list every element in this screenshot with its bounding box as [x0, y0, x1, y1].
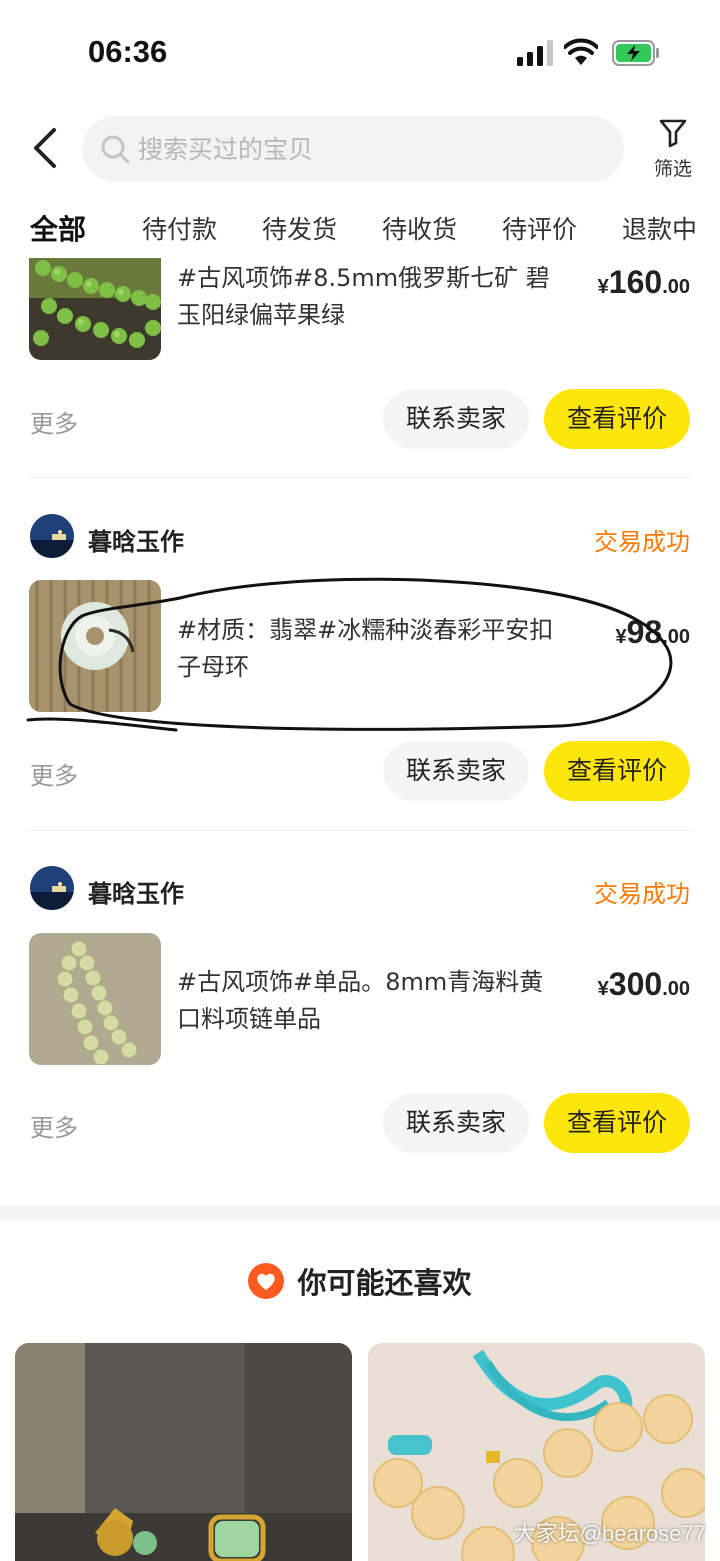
- tab-refunding[interactable]: 退款中: [622, 210, 697, 246]
- recommend-title: 你可能还喜欢: [297, 1266, 472, 1300]
- battery-charging-icon: [612, 40, 659, 66]
- shop-avatar[interactable]: [30, 514, 74, 558]
- tab-pending-payment[interactable]: 待付款: [142, 210, 217, 246]
- order-status: 交易成功: [594, 528, 690, 556]
- recommend-card-image: [15, 1343, 352, 1561]
- wifi-icon: [564, 38, 598, 65]
- view-review-button[interactable]: 查看评价: [544, 389, 690, 449]
- header: 筛选: [0, 110, 720, 190]
- tab-pending-receipt[interactable]: 待收货: [382, 210, 457, 246]
- more-button[interactable]: 更多: [30, 404, 78, 439]
- divider: [30, 830, 690, 831]
- tab-pending-shipment[interactable]: 待发货: [262, 210, 337, 246]
- section-gap: [0, 1206, 720, 1220]
- shop-avatar[interactable]: [30, 866, 74, 910]
- tab-all[interactable]: 全部: [30, 208, 87, 248]
- more-button[interactable]: 更多: [30, 756, 78, 791]
- view-review-button[interactable]: 查看评价: [544, 741, 690, 801]
- tab-pending-review[interactable]: 待评价: [502, 210, 577, 246]
- order-title[interactable]: #古风项饰#8.5mm俄罗斯七矿 碧玉阳绿偏苹果绿: [177, 260, 557, 334]
- order-title[interactable]: #材质：翡翠#冰糯种淡春彩平安扣子母环: [177, 612, 557, 686]
- search-icon: [101, 135, 130, 164]
- order-price: ¥98.00: [615, 614, 690, 650]
- contact-seller-button[interactable]: 联系卖家: [383, 1093, 529, 1153]
- order-price: ¥300.00: [597, 966, 690, 1002]
- search-input[interactable]: [138, 116, 608, 182]
- status-time: 06:36: [88, 34, 168, 69]
- heart-icon: [248, 1263, 285, 1299]
- order-list[interactable]: #古风项饰#8.5mm俄罗斯七矿 碧玉阳绿偏苹果绿 ¥160.00 更多 联系卖…: [0, 258, 720, 1206]
- contact-seller-button[interactable]: 联系卖家: [383, 389, 529, 449]
- cellular-signal-icon: [517, 40, 553, 66]
- filter-button[interactable]: 筛选: [648, 118, 698, 184]
- search-bar[interactable]: [82, 116, 624, 182]
- view-review-button[interactable]: 查看评价: [544, 1093, 690, 1153]
- divider: [30, 477, 690, 478]
- filter-icon: [659, 119, 687, 148]
- contact-seller-button[interactable]: 联系卖家: [383, 741, 529, 801]
- order-price: ¥160.00: [597, 264, 690, 300]
- shop-name[interactable]: 暮晗玉作: [88, 522, 184, 557]
- product-thumbnail[interactable]: [29, 580, 161, 712]
- order-tabs: 全部 待付款 待发货 待收货 待评价 退款中: [0, 200, 720, 256]
- product-thumbnail[interactable]: [29, 933, 161, 1065]
- order-title[interactable]: #古风项饰#单品。8mm青海料黄口料项链单品: [177, 964, 557, 1038]
- shop-name[interactable]: 暮晗玉作: [88, 874, 184, 909]
- status-bar: 06:36: [0, 0, 720, 100]
- more-button[interactable]: 更多: [30, 1108, 78, 1143]
- back-arrow-icon[interactable]: [30, 126, 62, 170]
- watermark-text: 大家坛@bearose77: [513, 1521, 706, 1546]
- order-status: 交易成功: [594, 880, 690, 908]
- recommend-header: 你可能还喜欢: [0, 1260, 720, 1304]
- recommend-card[interactable]: [15, 1343, 352, 1561]
- product-thumbnail[interactable]: [29, 258, 161, 360]
- filter-label: 筛选: [653, 158, 692, 180]
